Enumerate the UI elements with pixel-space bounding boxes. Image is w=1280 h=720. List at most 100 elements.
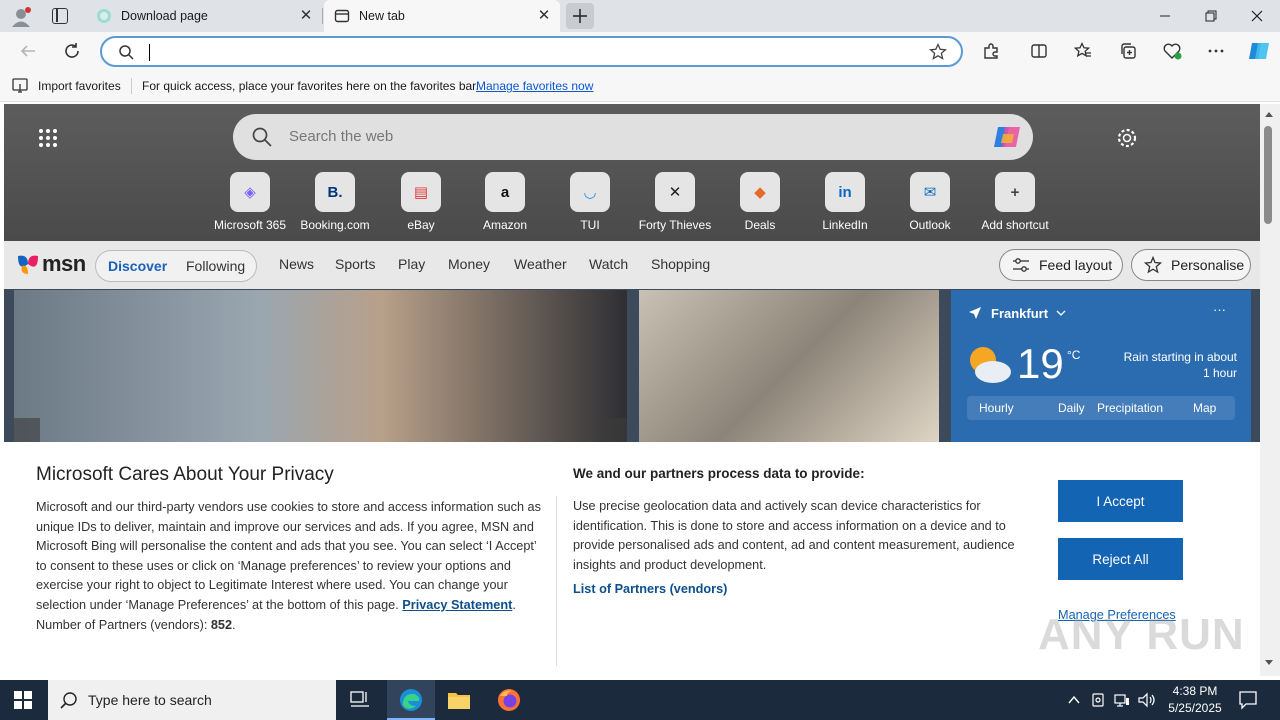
shortcut-tile[interactable]: in LinkedIn (802, 172, 888, 232)
weather-tab-hourly[interactable]: Hourly (979, 401, 1014, 415)
scroll-down-arrow-icon[interactable] (1264, 659, 1274, 667)
nav-watch[interactable]: Watch (589, 256, 628, 272)
scroll-up-arrow-icon[interactable] (1264, 110, 1274, 118)
address-bar[interactable] (100, 36, 963, 67)
title-bar: Download page ✕ New tab ✕ (0, 0, 1280, 32)
nav-weather[interactable]: Weather (514, 256, 567, 272)
nav-money[interactable]: Money (448, 256, 490, 272)
apps-launcher-button[interactable] (38, 128, 58, 151)
shortcut-icon: ◆ (740, 172, 780, 212)
volume-icon[interactable] (1138, 692, 1156, 708)
copilot-icon[interactable] (992, 122, 1022, 152)
personalise-button[interactable]: Personalise (1131, 249, 1251, 281)
start-button[interactable] (14, 691, 32, 712)
msn-logo[interactable]: msn (16, 251, 86, 277)
shortcut-tile[interactable]: B. Booking.com (292, 172, 378, 232)
taskbar-search-box[interactable]: Type here to search (48, 680, 336, 720)
nav-play[interactable]: Play (398, 256, 425, 272)
weather-unit[interactable]: °C (1067, 348, 1080, 362)
new-tab-button[interactable] (566, 3, 594, 29)
reject-all-button[interactable]: Reject All (1058, 538, 1183, 580)
restore-button[interactable] (1188, 0, 1234, 32)
partners-list-link[interactable]: List of Partners (vendors) (573, 582, 727, 596)
manage-favorites-link[interactable]: Manage favorites now (476, 79, 593, 93)
browser-essentials-button[interactable] (1161, 40, 1183, 62)
clock[interactable]: 4:38 PM 5/25/2025 (1164, 683, 1226, 717)
shortcut-tile[interactable]: ✉ Outlook (887, 172, 973, 232)
weather-tab-precipitation[interactable]: Precipitation (1097, 401, 1163, 415)
page-scrollbar[interactable] (1260, 104, 1280, 676)
shortcut-icon: B. (315, 172, 355, 212)
puzzle-icon (984, 43, 998, 59)
shortcut-tile[interactable]: a Amazon (462, 172, 548, 232)
back-button[interactable] (17, 40, 39, 62)
privacy-divider (556, 496, 557, 666)
taskbar-firefox-button[interactable] (497, 688, 521, 715)
network-icon[interactable] (1114, 692, 1130, 708)
nav-shopping[interactable]: Shopping (651, 256, 710, 272)
accept-button[interactable]: I Accept (1058, 480, 1183, 522)
extensions-button[interactable] (980, 40, 1002, 62)
close-tab-icon[interactable]: ✕ (536, 8, 552, 24)
shortcut-icon: ▤ (401, 172, 441, 212)
tab-download-page[interactable]: Download page ✕ (86, 0, 322, 32)
collections-button[interactable] (1117, 40, 1139, 62)
weather-more-icon[interactable]: ··· (1213, 302, 1226, 317)
refresh-button[interactable] (61, 40, 83, 62)
folder-icon (448, 693, 470, 709)
plus-icon (573, 9, 587, 23)
feed-layout-button[interactable]: Feed layout (999, 249, 1123, 281)
close-icon (1251, 10, 1263, 22)
shortcut-tile[interactable]: + Add shortcut (972, 172, 1058, 232)
shortcut-tile[interactable]: ▤ eBay (378, 172, 464, 232)
edge-icon (400, 689, 422, 711)
weather-tab-daily[interactable]: Daily (1058, 401, 1085, 415)
split-screen-button[interactable] (1028, 40, 1050, 62)
profile-avatar[interactable] (10, 6, 32, 28)
nav-news[interactable]: News (279, 256, 314, 272)
weather-city[interactable]: Frankfurt (991, 306, 1048, 321)
star-favorite-icon[interactable] (929, 43, 947, 61)
import-favorites-button[interactable]: Import favorites (12, 78, 121, 94)
task-view-button[interactable] (350, 691, 370, 712)
tab-actions-icon[interactable] (52, 8, 68, 24)
weather-summary-line1: Rain starting in about (1123, 350, 1237, 364)
news-card-image[interactable] (14, 290, 627, 450)
sparkle-star-icon (1144, 256, 1162, 274)
page-settings-button[interactable] (1116, 127, 1138, 152)
privacy-statement-link[interactable]: Privacy Statement (402, 598, 512, 612)
nav-sports[interactable]: Sports (335, 256, 375, 272)
minimize-icon (1160, 15, 1170, 17)
news-card-image-2[interactable] (639, 290, 939, 450)
taskbar-explorer-button[interactable] (447, 689, 471, 714)
web-search-box[interactable]: Search the web (233, 114, 1033, 160)
chevron-down-icon[interactable] (1056, 310, 1066, 318)
tab-following[interactable]: Following (186, 258, 245, 274)
app-grid-icon (39, 129, 57, 147)
shortcut-tile[interactable]: ◡ TUI (547, 172, 633, 232)
close-tab-icon[interactable]: ✕ (298, 8, 314, 24)
shortcut-icon: + (995, 172, 1035, 212)
close-window-button[interactable] (1234, 0, 1280, 32)
copilot-button[interactable] (1246, 38, 1272, 64)
shortcut-tile[interactable]: ✕ Forty Thieves (632, 172, 718, 232)
shortcut-tile[interactable]: ◆ Deals (717, 172, 803, 232)
scrollbar-thumb[interactable] (1264, 126, 1272, 224)
search-icon (60, 692, 77, 709)
chevron-up-icon[interactable] (1068, 695, 1080, 705)
favorites-button[interactable] (1072, 40, 1094, 62)
tab-new-tab[interactable]: New tab ✕ (324, 0, 560, 32)
minimize-button[interactable] (1142, 0, 1188, 32)
search-icon (119, 45, 134, 60)
purposes-block: Use precise geolocation data and activel… (573, 497, 1033, 600)
weather-tab-map[interactable]: Map (1193, 401, 1216, 415)
notifications-button[interactable] (1238, 690, 1258, 713)
settings-more-button[interactable] (1205, 40, 1227, 62)
shortcut-label: Microsoft 365 (213, 218, 287, 232)
msn-logo-text: msn (42, 251, 86, 276)
web-search-placeholder: Search the web (289, 128, 394, 145)
taskbar-edge-button[interactable] (387, 680, 435, 720)
shortcut-tile[interactable]: ◈ Microsoft 365 (207, 172, 293, 232)
device-icon[interactable] (1090, 692, 1106, 708)
tab-discover[interactable]: Discover (108, 258, 167, 274)
